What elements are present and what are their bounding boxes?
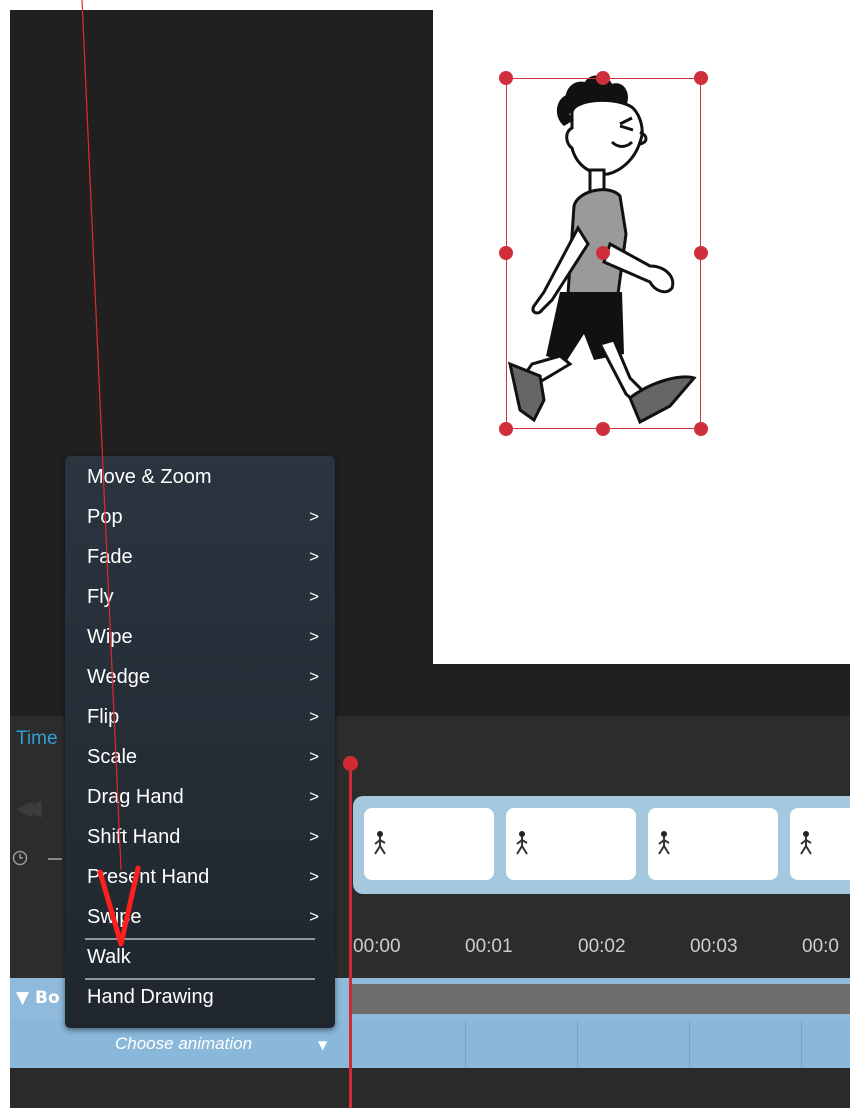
time-ruler-label: 00:02 [578,936,626,957]
resize-handle-bottom-right[interactable] [694,422,708,436]
resize-handle-center[interactable] [596,246,610,260]
timeline-footer [10,1068,850,1108]
time-ruler-label: 00:01 [465,936,513,957]
menu-item-fade[interactable]: Fade > [87,539,319,575]
track-expand-toggle[interactable]: ▼ Bo [16,988,60,1008]
menu-item-flip[interactable]: Flip > [87,699,319,735]
menu-item-hand-drawing[interactable]: Hand Drawing [87,979,319,1015]
frame-thumbnail[interactable] [506,808,636,880]
speed-slider-track[interactable] [48,858,62,860]
menu-item-fly[interactable]: Fly > [87,579,319,615]
menu-item-label: Flip [87,706,120,728]
resize-handle-top-right[interactable] [694,71,708,85]
menu-item-label: Shift Hand [87,826,181,848]
frame-thumbnail[interactable] [648,808,778,880]
app-window: Time ◀◀ 00:00 00:01 00:02 00:03 00:0 ▼ B… [0,0,850,1108]
menu-item-label: Wipe [87,626,133,648]
grid-line [801,1020,802,1068]
menu-item-label: Move & Zoom [87,466,212,488]
menu-item-label: Present Hand [87,866,210,888]
menu-item-label: Drag Hand [87,786,184,808]
menu-item-label: Scale [87,746,138,768]
grid-line [689,1020,690,1068]
submenu-chevron-icon: > [309,787,319,806]
menu-item-wedge[interactable]: Wedge > [87,659,319,695]
menu-item-present-hand[interactable]: Present Hand > [87,859,319,895]
rewind-icon[interactable]: ◀◀ [16,796,42,821]
submenu-chevron-icon: > [309,507,319,526]
menu-item-label: Swipe [87,906,142,928]
submenu-chevron-icon: > [309,667,319,686]
menu-item-move-zoom[interactable]: Move & Zoom [87,459,319,495]
playhead-line[interactable] [349,764,352,1108]
menu-item-swipe[interactable]: Swipe > [87,899,319,935]
timeline-title: Time [16,728,58,749]
dropdown-arrow-icon[interactable]: ▼ [318,1038,327,1052]
resize-handle-top-left[interactable] [499,71,513,85]
menu-item-pop[interactable]: Pop > [87,499,319,535]
grid-line [577,1020,578,1068]
resize-handle-left[interactable] [499,246,513,260]
submenu-chevron-icon: > [309,547,319,566]
submenu-chevron-icon: > [309,707,319,726]
track-label: Bo [35,988,60,1008]
menu-item-shift-hand[interactable]: Shift Hand > [87,819,319,855]
submenu-chevron-icon: > [309,587,319,606]
menu-item-drag-hand[interactable]: Drag Hand > [87,779,319,815]
menu-item-label: Walk [87,946,131,968]
menu-item-label: Hand Drawing [87,986,214,1008]
menu-item-label: Fade [87,546,133,568]
submenu-chevron-icon: > [309,907,319,926]
submenu-chevron-icon: > [309,827,319,846]
time-ruler-label: 00:03 [690,936,738,957]
resize-handle-top[interactable] [596,71,610,85]
submenu-chevron-icon: > [309,747,319,766]
resize-handle-bottom-left[interactable] [499,422,513,436]
frame-thumbnail[interactable] [790,808,850,880]
animation-context-menu: Move & Zoom Pop > Fade > Fly > Wipe > Wedge >… [65,456,335,1028]
menu-item-scale[interactable]: Scale > [87,739,319,775]
resize-handle-right[interactable] [694,246,708,260]
menu-item-label: Wedge [87,666,151,688]
time-ruler-label: 00:0 [802,936,839,957]
clock-icon[interactable] [12,850,28,866]
menu-item-label: Pop [87,506,123,528]
grid-line [465,1020,466,1068]
resize-handle-bottom[interactable] [596,422,610,436]
playhead-handle[interactable] [343,756,358,771]
frame-thumbnail[interactable] [364,808,494,880]
menu-item-walk[interactable]: Walk [87,939,319,975]
submenu-chevron-icon: > [309,867,319,886]
time-ruler-label: 00:00 [353,936,401,957]
menu-item-wipe[interactable]: Wipe > [87,619,319,655]
track-duration-bar[interactable] [352,984,850,1014]
choose-animation-dropdown[interactable]: Choose animation [115,1034,252,1054]
submenu-chevron-icon: > [309,627,319,646]
menu-item-label: Fly [87,586,114,608]
